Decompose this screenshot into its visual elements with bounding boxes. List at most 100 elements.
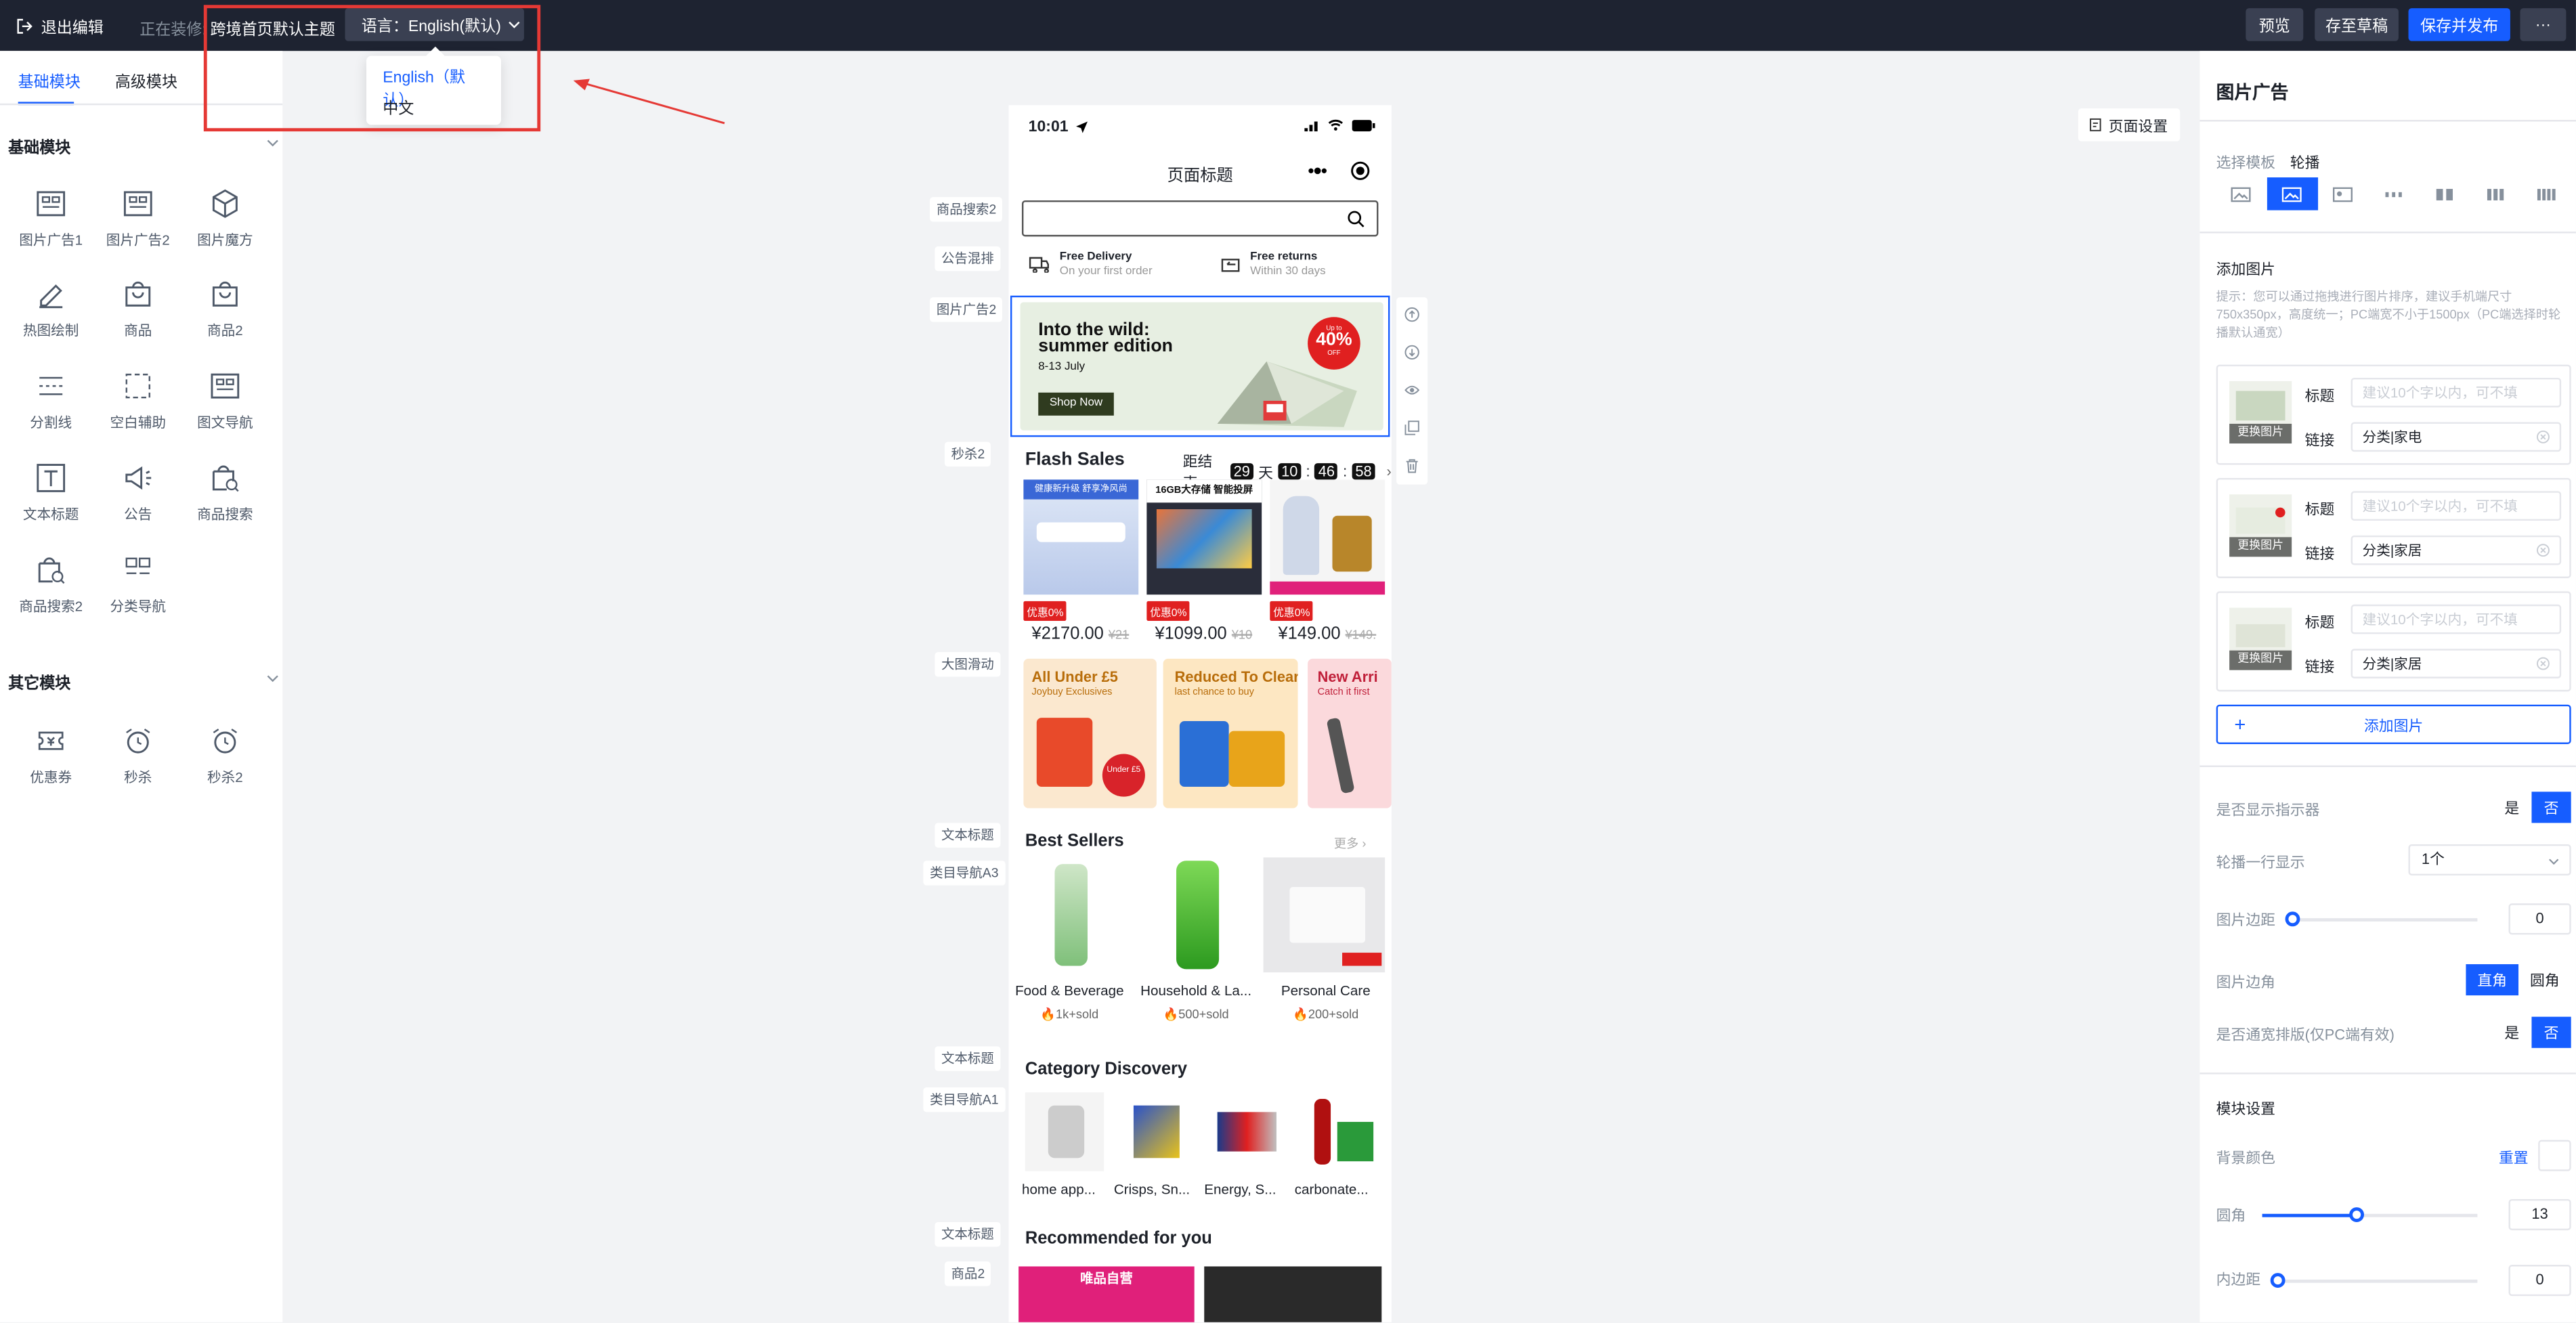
best-sellers-more-link[interactable]: 更多 › (1334, 834, 1367, 852)
tab-basic-modules[interactable]: 基础模块 (18, 69, 81, 92)
flash-product-card[interactable]: 16GB大存储 智能投屏 优惠0% ¥1099.00 ¥10 (1146, 479, 1262, 644)
save-draft-button[interactable]: 存至草稿 (2315, 8, 2399, 41)
canvas-label-notice[interactable]: 公告混排 (935, 246, 1001, 272)
slider-knob[interactable] (2270, 1273, 2285, 1288)
preview-button[interactable]: 预览 (2246, 8, 2304, 41)
flash-product-card[interactable]: 健康新升级 舒享净风尚 优惠0% ¥2170.00 ¥21 (1023, 479, 1139, 644)
copy-icon[interactable] (1404, 420, 1419, 435)
module-image-ad-1[interactable]: 图片广告1 (7, 188, 95, 269)
title-input[interactable]: 建议10个字以内，可不填 (2350, 491, 2562, 521)
bg-color-swatch[interactable] (2538, 1140, 2571, 1171)
margin-slider[interactable] (2285, 911, 2478, 927)
module-coupon[interactable]: 优惠券 (7, 724, 95, 806)
clear-icon[interactable] (2536, 430, 2550, 443)
image-item-card[interactable]: 更换图片 标题 建议10个字以内，可不填 链接 分类|家居 (2216, 477, 2571, 578)
module-blank-spacer[interactable]: 空白辅助 (93, 370, 182, 452)
canvas-label-image-ad[interactable]: 图片广告2 (930, 297, 1003, 322)
move-down-icon[interactable] (1404, 345, 1419, 360)
category-item[interactable]: Crisps, Sn... (1114, 1092, 1199, 1198)
margin-input[interactable]: 0 (2508, 903, 2571, 935)
module-flash-sale-2[interactable]: 秒杀2 (181, 724, 270, 806)
title-input[interactable]: 建议10个字以内，可不填 (2350, 604, 2562, 634)
canvas-label-product-2[interactable]: 商品2 (944, 1261, 991, 1286)
delete-trash-icon[interactable] (1404, 458, 1419, 473)
option-yes[interactable]: 是 (2492, 791, 2531, 823)
template-option[interactable] (2520, 177, 2571, 211)
option-no[interactable]: 否 (2531, 791, 2571, 823)
canvas-label-category-nav-a1[interactable]: 类目导航A1 (923, 1087, 1006, 1112)
add-image-button[interactable]: + 添加图片 (2216, 704, 2571, 744)
move-up-icon[interactable] (1404, 307, 1419, 322)
target-icon[interactable] (1350, 161, 1370, 181)
exit-edit-button[interactable]: 退出编辑 (16, 15, 104, 38)
radius-input[interactable]: 13 (2508, 1198, 2571, 1231)
option-no[interactable]: 否 (2531, 1016, 2571, 1048)
canvas-label-flash[interactable]: 秒杀2 (944, 441, 991, 467)
template-option[interactable] (2368, 177, 2419, 211)
slide-card[interactable]: New Arri Catch it first (1308, 658, 1392, 808)
template-option-carousel[interactable] (2267, 177, 2318, 211)
replace-image-button[interactable]: 更换图片 (2229, 423, 2292, 444)
reset-link[interactable]: 重置 (2499, 1146, 2529, 1168)
module-text-title[interactable]: 文本标题 (7, 462, 95, 544)
padding-input[interactable]: 0 (2508, 1265, 2571, 1297)
more-dots-icon[interactable] (1308, 166, 1327, 176)
module-hotspot[interactable]: 热图绘制 (7, 278, 95, 360)
template-option[interactable] (2216, 177, 2267, 211)
module-product-search[interactable]: 商品搜索 (181, 462, 270, 544)
chevron-down-icon[interactable] (266, 136, 279, 149)
canvas-label-search[interactable]: 商品搜索2 (930, 197, 1003, 222)
image-item-card[interactable]: 更换图片 标题 建议10个字以内，可不填 链接 分类|家电 (2216, 364, 2571, 465)
module-image-text-nav[interactable]: 图文导航 (181, 370, 270, 452)
category-item[interactable]: Energy, S... (1204, 1092, 1289, 1198)
image-ad-banner[interactable]: Into the wild: summer edition 8-13 July … (1010, 295, 1390, 437)
per-row-select[interactable]: 1个 (2408, 844, 2571, 876)
corner-option-square[interactable]: 直角 (2466, 964, 2519, 996)
canvas-label-text-title[interactable]: 文本标题 (935, 1221, 1001, 1247)
image-thumbnail[interactable]: 更换图片 (2229, 494, 2292, 557)
category-item[interactable]: home app... (1022, 1092, 1107, 1198)
best-seller-item[interactable]: Food & Beverage 🔥1k+sold (1008, 857, 1131, 1022)
module-flash-sale[interactable]: 秒杀 (93, 724, 182, 806)
link-input[interactable]: 分类|家居 (2350, 649, 2562, 678)
module-image-ad-2[interactable]: 图片广告2 (93, 188, 182, 269)
recommended-card[interactable] (1204, 1266, 1382, 1322)
page-settings-button[interactable]: 页面设置 (2078, 108, 2181, 142)
tab-advanced-modules[interactable]: 高级模块 (115, 69, 177, 92)
module-product-2[interactable]: 商品2 (181, 278, 270, 360)
slide-card[interactable]: Reduced To Clear last chance to buy (1163, 658, 1298, 808)
padding-slider[interactable] (2270, 1273, 2478, 1288)
replace-image-button[interactable]: 更换图片 (2229, 650, 2292, 670)
chevron-down-icon[interactable] (266, 672, 279, 685)
module-category-nav[interactable]: 分类导航 (93, 554, 182, 636)
clear-icon[interactable] (2536, 544, 2550, 557)
category-item[interactable]: carbonate... (1295, 1092, 1387, 1198)
title-input[interactable]: 建议10个字以内，可不填 (2350, 377, 2562, 408)
module-image-cube[interactable]: 图片魔方 (181, 188, 270, 269)
image-item-card[interactable]: 更换图片 标题 建议10个字以内，可不填 链接 分类|家居 (2216, 591, 2571, 692)
module-divider[interactable]: 分割线 (7, 370, 95, 452)
template-option[interactable] (2419, 177, 2470, 211)
recommended-card[interactable]: 唯品自营 (1018, 1266, 1195, 1322)
best-seller-item[interactable]: Household & La... 🔥500+sold (1133, 857, 1259, 1022)
slide-card[interactable]: All Under £5 Joybuy Exclusives Under £5 (1023, 658, 1157, 808)
canvas-label-text-title[interactable]: 文本标题 (935, 1046, 1001, 1071)
option-yes[interactable]: 是 (2492, 1017, 2531, 1048)
slider-knob[interactable] (2349, 1207, 2365, 1222)
canvas-label-slider[interactable]: 大图滑动 (935, 652, 1001, 677)
radius-slider[interactable] (2262, 1207, 2478, 1222)
replace-image-button[interactable]: 更换图片 (2229, 537, 2292, 557)
link-input[interactable]: 分类|家居 (2350, 535, 2562, 565)
product-search-input[interactable] (1021, 200, 1379, 237)
module-product[interactable]: 商品 (93, 278, 182, 360)
image-thumbnail[interactable]: 更换图片 (2229, 607, 2292, 670)
image-thumbnail[interactable]: 更换图片 (2229, 381, 2292, 444)
visibility-eye-icon[interactable] (1404, 383, 1420, 397)
save-publish-button[interactable]: 保存并发布 (2408, 8, 2510, 41)
slider-knob[interactable] (2285, 911, 2300, 927)
best-seller-item[interactable]: Personal Care 🔥200+sold (1263, 857, 1388, 1022)
module-product-search-2[interactable]: 商品搜索2 (7, 554, 95, 636)
link-input[interactable]: 分类|家电 (2350, 422, 2562, 452)
more-button[interactable]: ··· (2520, 8, 2567, 41)
canvas-label-category-nav-a3[interactable]: 类目导航A3 (923, 861, 1006, 886)
